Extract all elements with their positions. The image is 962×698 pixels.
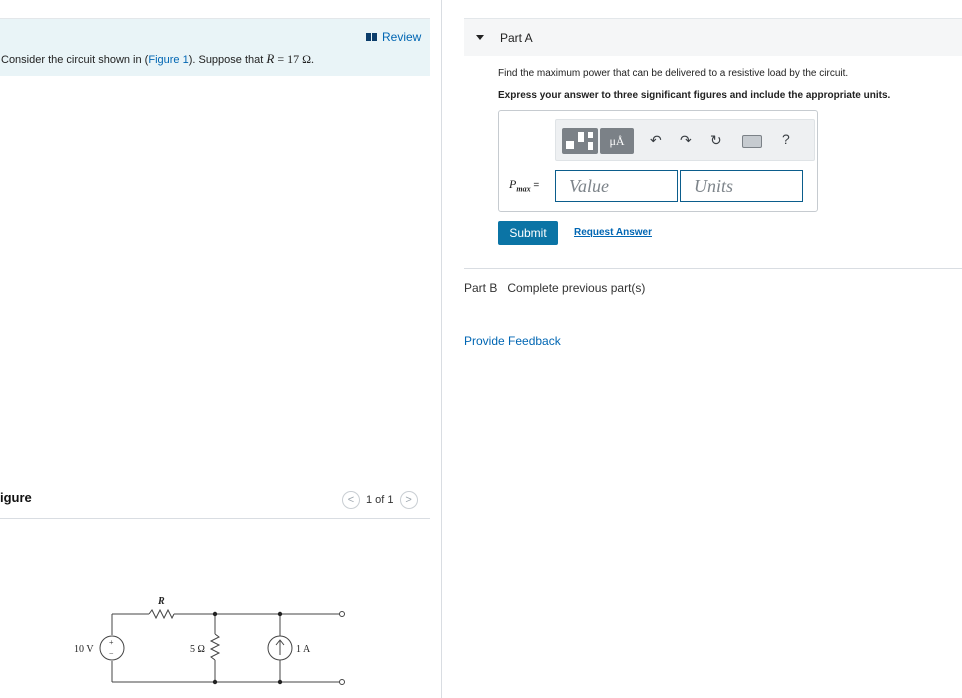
answer-label-equals: = (530, 180, 540, 191)
request-answer-link[interactable]: Request Answer (574, 227, 652, 238)
problem-text-after: ). Suppose that (188, 54, 267, 66)
reset-icon[interactable]: ↻ (710, 132, 722, 148)
undo-icon[interactable]: ↶ (650, 132, 662, 148)
problem-statement-box (0, 19, 430, 76)
current-label: 1 A (296, 644, 311, 655)
figure-heading: igure (0, 490, 32, 505)
part-b-status: Complete previous part(s) (507, 281, 646, 295)
part-a-header[interactable]: Part A (464, 19, 962, 56)
divider (0, 518, 430, 519)
math-toolbar: μÅ ↶ ↷ ↻ ? (555, 119, 815, 161)
chevron-left-icon[interactable]: < (342, 491, 360, 509)
help-icon[interactable]: ? (782, 131, 790, 147)
keyboard-icon[interactable] (742, 135, 762, 148)
answer-label: Pmax = (509, 177, 539, 193)
answer-panel: Part A Find the maximum power that can b… (442, 0, 962, 698)
chevron-right-icon[interactable]: > (399, 491, 418, 509)
part-b-label: Part B (464, 281, 498, 295)
resistor-5-label: 5 Ω (190, 644, 205, 655)
part-a-title: Part A (500, 31, 533, 45)
source-label: 10 V (74, 644, 94, 655)
review-button[interactable]: Review (366, 30, 421, 44)
circuit-diagram: + − 10 V R 5 Ω 1 A (74, 596, 345, 685)
units-input[interactable]: Units (680, 170, 803, 202)
source-minus: − (109, 649, 114, 658)
pager-text: 1 of 1 (366, 494, 394, 506)
units-button[interactable]: μÅ (600, 128, 634, 154)
submit-button[interactable]: Submit (498, 221, 558, 245)
figure-link[interactable]: Figure 1 (148, 54, 188, 66)
instruction-text: Find the maximum power that can be deliv… (498, 68, 849, 79)
value-input[interactable]: Value (555, 170, 678, 202)
caret-down-icon[interactable] (476, 35, 484, 40)
divider (464, 268, 962, 269)
part-b-row: Part B Complete previous part(s) (464, 281, 645, 295)
figure-pager: < 1 of 1 > (342, 491, 418, 509)
resistance-value: = 17 Ω. (274, 52, 315, 66)
provide-feedback-link[interactable]: Provide Feedback (464, 334, 561, 348)
resistor-r-label: R (157, 596, 165, 607)
redo-icon[interactable]: ↷ (680, 132, 692, 148)
problem-text-before: Consider the circuit shown in ( (1, 54, 149, 66)
answer-box: μÅ ↶ ↷ ↻ ? Pmax = Value Units (498, 110, 818, 212)
answer-label-subscript: max (516, 184, 531, 194)
source-plus: + (109, 638, 114, 647)
review-label: Review (382, 30, 422, 44)
problem-panel: Review Consider the circuit shown in (Fi… (0, 0, 442, 698)
instruction-bold-text: Express your answer to three significant… (498, 90, 891, 101)
book-icon (366, 33, 377, 41)
templates-button[interactable] (562, 128, 598, 154)
problem-statement: Consider the circuit shown in (Figure 1)… (1, 51, 314, 67)
